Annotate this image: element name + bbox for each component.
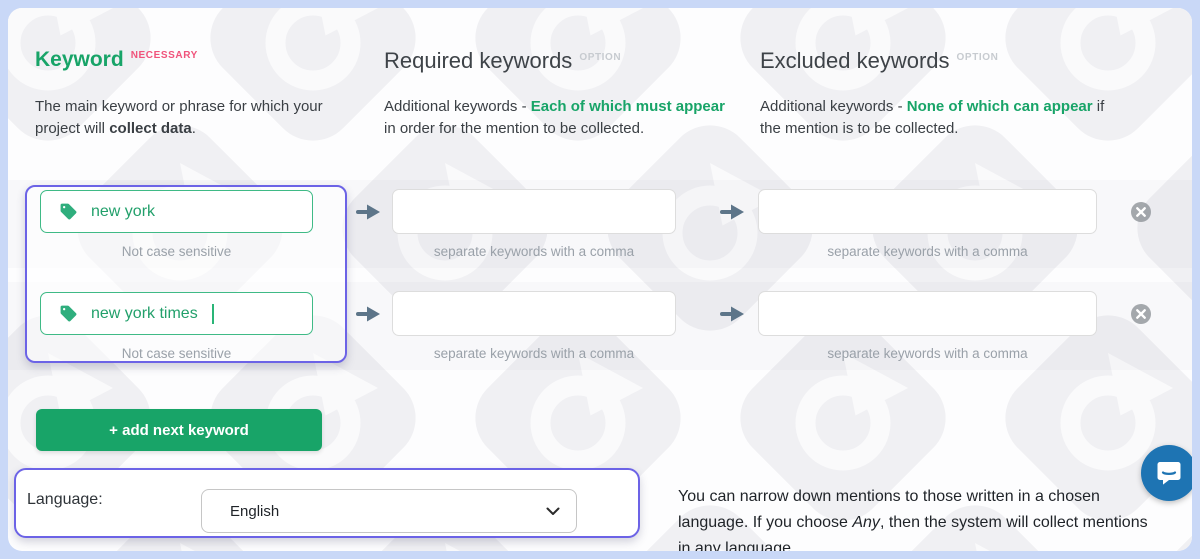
arrow-right-icon [720, 203, 746, 221]
main-keyword-input[interactable]: new york times [40, 292, 313, 335]
chat-launcher-button[interactable] [1141, 445, 1192, 501]
remove-row-button[interactable] [1130, 303, 1152, 325]
arrow-right-icon [356, 203, 382, 221]
required-column-title: Required keywordsOPTION [384, 48, 621, 74]
language-label: Language: [27, 491, 103, 509]
keyword-value: new york times [91, 305, 198, 323]
remove-icon [1130, 303, 1152, 325]
excluded-input-hint: separate keywords with a comma [758, 244, 1097, 259]
excluded-column-description: Additional keywords - None of which can … [760, 96, 1108, 140]
main-keyword-input[interactable]: new york [40, 190, 313, 233]
tag-icon [59, 304, 78, 323]
language-select[interactable]: English [201, 489, 577, 533]
keyword-row: new york Not case sensitive separate key… [8, 190, 1192, 266]
required-input-hint: separate keywords with a comma [392, 244, 676, 259]
required-keywords-input[interactable] [392, 291, 676, 336]
case-sensitivity-hint: Not case sensitive [40, 346, 313, 361]
window-frame: KeywordNECESSARY The main keyword or phr… [0, 0, 1200, 559]
excluded-keywords-input[interactable] [758, 189, 1097, 234]
chevron-down-icon [546, 507, 560, 516]
arrow-right-icon [356, 305, 382, 323]
arrow-right-icon [720, 305, 746, 323]
excluded-keywords-input[interactable] [758, 291, 1097, 336]
tag-icon [59, 202, 78, 221]
option-badge: OPTION [579, 52, 621, 63]
required-keywords-input[interactable] [392, 189, 676, 234]
case-sensitivity-hint: Not case sensitive [40, 244, 313, 259]
text-cursor [212, 304, 214, 324]
excluded-column-title: Excluded keywordsOPTION [760, 48, 998, 74]
necessary-badge: NECESSARY [131, 50, 198, 61]
chat-bubble-icon [1155, 459, 1183, 487]
keyword-setup-panel: KeywordNECESSARY The main keyword or phr… [8, 8, 1192, 551]
keyword-row: new york times Not case sensitive separa… [8, 292, 1192, 368]
remove-icon [1130, 201, 1152, 223]
keyword-column-title: KeywordNECESSARY [35, 48, 198, 72]
remove-row-button[interactable] [1130, 201, 1152, 223]
add-next-keyword-button[interactable]: + add next keyword [36, 409, 322, 451]
option-badge: OPTION [957, 52, 999, 63]
keyword-value: new york [91, 203, 155, 221]
language-info-text: You can narrow down mentions to those wr… [678, 484, 1156, 551]
required-column-description: Additional keywords - Each of which must… [384, 96, 740, 140]
required-input-hint: separate keywords with a comma [392, 346, 676, 361]
keyword-column-description: The main keyword or phrase for which you… [35, 96, 337, 140]
excluded-input-hint: separate keywords with a comma [758, 346, 1097, 361]
language-selected-value: English [230, 503, 546, 520]
